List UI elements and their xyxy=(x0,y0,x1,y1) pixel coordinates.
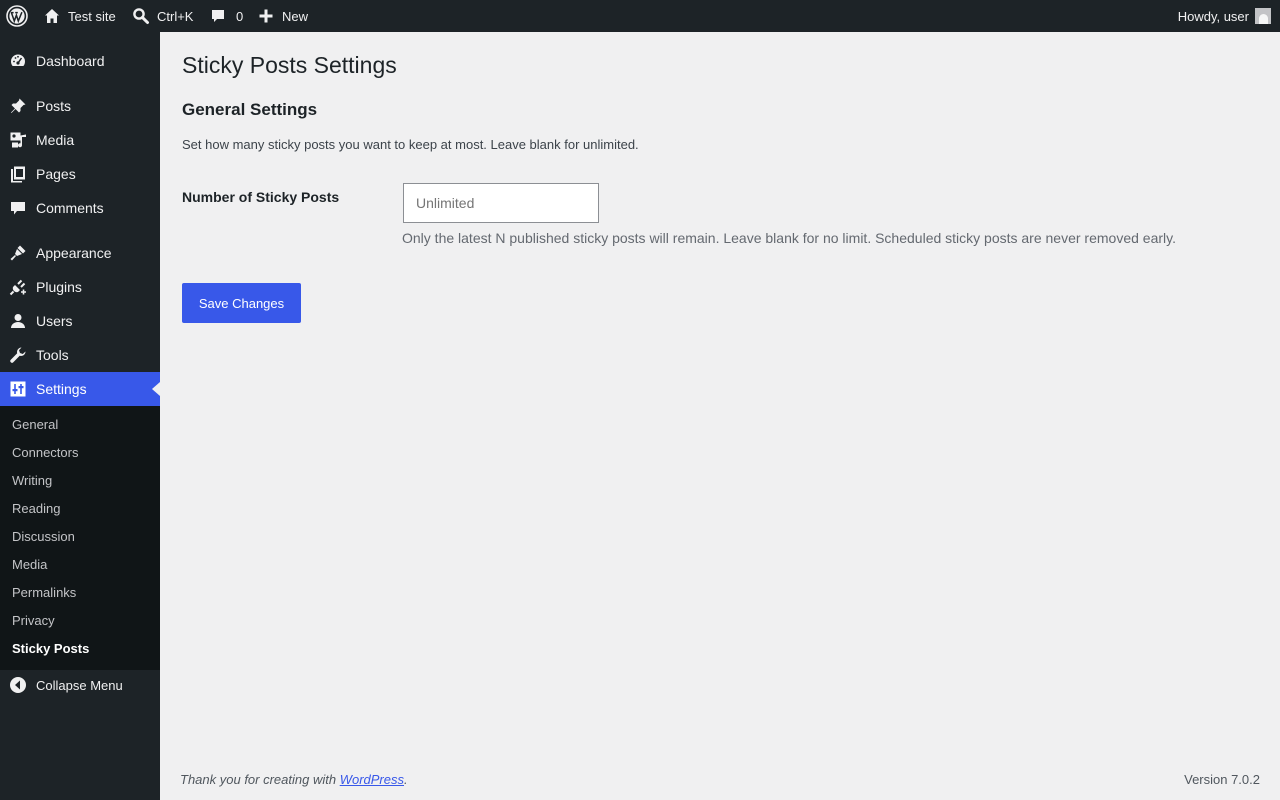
section-title: General Settings xyxy=(182,100,318,119)
submenu-item-general[interactable]: General xyxy=(12,415,58,435)
search-shortcut-label: Ctrl+K xyxy=(157,8,194,24)
sidebar-item-label: Comments xyxy=(36,200,104,216)
sidebar-item-label: Users xyxy=(36,313,73,329)
sidebar-item-label: Appearance xyxy=(36,245,112,261)
sidebar-item-label: Dashboard xyxy=(36,53,105,69)
site-name-label: Test site xyxy=(68,8,116,24)
pin-icon xyxy=(0,89,36,123)
save-changes-button[interactable]: Save Changes xyxy=(182,283,301,323)
sliders-icon xyxy=(0,372,36,406)
plus-icon xyxy=(259,9,273,23)
submenu-item-reading[interactable]: Reading xyxy=(12,499,60,519)
sidebar-item-label: Plugins xyxy=(36,279,82,295)
user-icon xyxy=(0,304,36,338)
submenu-item-connectors[interactable]: Connectors xyxy=(12,443,78,463)
sticky-posts-count-input[interactable] xyxy=(403,183,599,223)
admin-bar: Test site Ctrl+K 0 New Howdy, user xyxy=(0,0,1280,32)
submenu-item-sticky-posts[interactable]: Sticky Posts xyxy=(12,639,89,659)
wrench-icon xyxy=(0,338,36,372)
sidebar-item-label: Media xyxy=(36,132,75,148)
site-name-link[interactable]: Test site xyxy=(43,0,116,32)
collapse-menu-label: Collapse Menu xyxy=(36,677,123,693)
sidebar-item-posts[interactable]: Posts xyxy=(0,89,160,123)
search-icon xyxy=(133,8,149,24)
field-help-text: Only the latest N published sticky posts… xyxy=(402,230,1176,246)
home-icon xyxy=(45,9,59,23)
avatar xyxy=(1255,8,1271,24)
sidebar-item-users[interactable]: Users xyxy=(0,304,160,338)
comments-link[interactable]: 0 xyxy=(210,0,243,32)
section-description: Set how many sticky posts you want to ke… xyxy=(182,137,639,152)
admin-sidebar: Dashboard Posts Media Pages Comments App… xyxy=(0,32,160,800)
submenu-item-media[interactable]: Media xyxy=(12,555,47,575)
sidebar-item-plugins[interactable]: Plugins xyxy=(0,270,160,304)
submenu-item-privacy[interactable]: Privacy xyxy=(12,611,55,631)
wordpress-logo-icon[interactable] xyxy=(6,0,30,32)
sidebar-item-appearance[interactable]: Appearance xyxy=(0,236,160,270)
sidebar-item-label: Settings xyxy=(36,381,87,397)
dashboard-icon xyxy=(0,44,36,78)
collapse-arrow-icon xyxy=(0,668,36,702)
submenu-item-discussion[interactable]: Discussion xyxy=(12,527,75,547)
comments-count: 0 xyxy=(236,8,244,24)
sidebar-item-settings[interactable]: Settings xyxy=(0,372,160,406)
footer-thanks-suffix: . xyxy=(404,772,408,787)
collapse-menu-button[interactable]: Collapse Menu xyxy=(0,668,160,702)
settings-submenu: General Connectors Writing Reading Discu… xyxy=(0,406,160,670)
media-icon xyxy=(0,123,36,157)
footer-thanks-text: Thank you for creating with xyxy=(180,772,340,787)
wordpress-link[interactable]: WordPress xyxy=(340,772,404,787)
page-title: Sticky Posts Settings xyxy=(182,52,397,78)
plug-icon xyxy=(0,270,36,304)
sidebar-item-comments[interactable]: Comments xyxy=(0,191,160,225)
footer-thanks: Thank you for creating with WordPress. xyxy=(180,772,408,787)
main-content: Sticky Posts Settings General Settings S… xyxy=(160,32,1280,800)
footer-version: Version 7.0.2 xyxy=(1184,772,1260,787)
sidebar-item-label: Tools xyxy=(36,347,69,363)
sidebar-item-dashboard[interactable]: Dashboard xyxy=(0,44,160,78)
brush-icon xyxy=(0,236,36,270)
submenu-item-writing[interactable]: Writing xyxy=(12,471,52,491)
comment-icon xyxy=(212,10,224,22)
submenu-item-permalinks[interactable]: Permalinks xyxy=(12,583,76,603)
command-search-button[interactable]: Ctrl+K xyxy=(132,0,193,32)
sidebar-item-media[interactable]: Media xyxy=(0,123,160,157)
my-account-menu[interactable]: Howdy, user xyxy=(1178,0,1271,32)
sidebar-item-tools[interactable]: Tools xyxy=(0,338,160,372)
howdy-label: Howdy, user xyxy=(1177,8,1249,24)
sidebar-item-pages[interactable]: Pages xyxy=(0,157,160,191)
comment-icon xyxy=(0,191,36,225)
new-label: New xyxy=(282,8,309,24)
new-content-link[interactable]: New xyxy=(259,0,308,32)
pages-icon xyxy=(0,157,36,191)
sticky-posts-count-label: Number of Sticky Posts xyxy=(182,189,340,205)
sidebar-item-label: Pages xyxy=(36,166,76,182)
sidebar-item-label: Posts xyxy=(36,98,72,114)
